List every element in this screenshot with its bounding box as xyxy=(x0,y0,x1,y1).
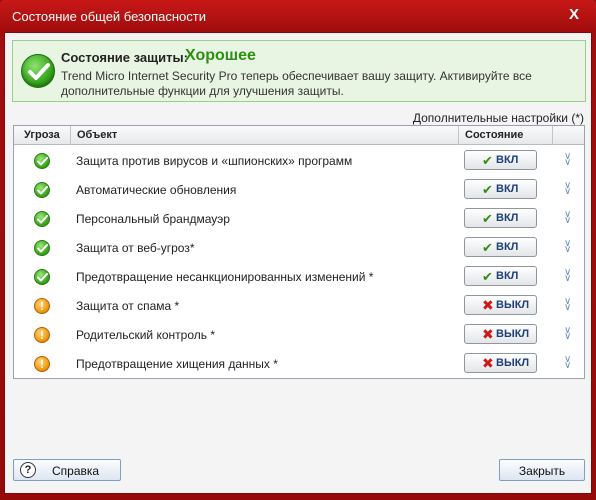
state-toggle-button[interactable]: ✖ ВЫКЛ xyxy=(464,295,537,315)
state-toggle-button[interactable]: ✖ ВЫКЛ xyxy=(464,353,537,373)
help-button[interactable]: ? Справка xyxy=(13,459,121,481)
help-button-label: Справка xyxy=(52,464,100,478)
row-object-label: Предотвращение несанкционированных измен… xyxy=(76,270,374,284)
row-object-label: Родительский контроль * xyxy=(76,328,215,342)
check-icon: ✔ xyxy=(482,153,493,168)
dialog-body: Состояние защиты: Хорошее Trend Micro In… xyxy=(4,32,592,494)
question-mark-icon: ? xyxy=(20,462,36,478)
cross-icon: ✖ xyxy=(482,355,494,371)
row-object-label: Персональный брандмауэр xyxy=(76,212,230,226)
state-toggle-label: ВКЛ xyxy=(496,183,519,195)
green-check-icon xyxy=(34,240,50,256)
security-features-table: Угроза Объект Состояние Защита против ви… xyxy=(13,125,585,379)
orange-warning-icon: ! xyxy=(34,327,50,343)
table-row: Предотвращение несанкционированных измен… xyxy=(14,262,584,291)
state-toggle-label: ВЫКЛ xyxy=(496,357,530,369)
chevron-down-icon[interactable]: ∨ ∨ xyxy=(564,326,571,342)
green-check-icon xyxy=(34,153,50,169)
state-toggle-label: ВКЛ xyxy=(496,154,519,166)
column-divider xyxy=(552,126,553,145)
state-toggle-button[interactable]: ✖ ВЫКЛ xyxy=(464,324,537,344)
chevron-down-icon[interactable]: ∨ ∨ xyxy=(564,268,571,284)
green-check-icon xyxy=(34,182,50,198)
state-toggle-label: ВКЛ xyxy=(496,270,519,282)
state-toggle-label: ВЫКЛ xyxy=(496,299,530,311)
protection-status-value: Хорошее xyxy=(185,47,256,64)
green-check-icon xyxy=(21,54,55,88)
column-divider xyxy=(458,126,459,145)
state-toggle-button[interactable]: ✔ ВКЛ xyxy=(464,208,537,228)
state-toggle-label: ВКЛ xyxy=(496,212,519,224)
security-status-window: Состояние общей безопасности X Состояние… xyxy=(0,0,596,500)
check-icon: ✔ xyxy=(482,211,493,226)
protection-status-description: Trend Micro Internet Security Pro теперь… xyxy=(61,69,532,98)
chevron-down-icon[interactable]: ∨ ∨ xyxy=(564,210,571,226)
window-title: Состояние общей безопасности xyxy=(12,9,206,24)
state-toggle-label: ВЫКЛ xyxy=(496,328,530,340)
state-toggle-button[interactable]: ✔ ВКЛ xyxy=(464,237,537,257)
chevron-down-icon[interactable]: ∨ ∨ xyxy=(564,152,571,168)
window-close-button[interactable]: X xyxy=(569,6,579,23)
chevron-down-icon[interactable]: ∨ ∨ xyxy=(564,239,571,255)
column-divider xyxy=(70,126,71,145)
table-row: Персональный брандмауэр ✔ ВКЛ ∨ ∨ xyxy=(14,204,584,233)
column-header-state[interactable]: Состояние xyxy=(465,129,523,141)
check-icon: ✔ xyxy=(482,182,493,197)
column-header-object[interactable]: Объект xyxy=(77,129,117,141)
table-row: Защита от веб-угроз* ✔ ВКЛ ∨ ∨ xyxy=(14,233,584,262)
state-toggle-label: ВКЛ xyxy=(496,241,519,253)
close-button[interactable]: Закрыть xyxy=(499,459,585,481)
row-object-label: Защита от веб-угроз* xyxy=(76,241,195,255)
row-object-label: Защита от спама * xyxy=(76,299,180,313)
state-toggle-button[interactable]: ✔ ВКЛ xyxy=(464,179,537,199)
green-check-icon xyxy=(34,269,50,285)
row-object-label: Предотвращение хищения данных * xyxy=(76,357,278,371)
close-button-label: Закрыть xyxy=(518,464,566,478)
additional-settings-link[interactable]: Дополнительные настройки (*) xyxy=(413,111,584,125)
check-icon: ✔ xyxy=(482,240,493,255)
table-row: ! Предотвращение хищения данных * ✖ ВЫКЛ ∨ ∨ xyxy=(14,349,584,378)
protection-status-panel: Состояние защиты: Хорошее Trend Micro In… xyxy=(12,40,586,102)
table-header: Угроза Объект Состояние xyxy=(14,126,584,145)
cross-icon: ✖ xyxy=(482,326,494,342)
orange-warning-icon: ! xyxy=(34,356,50,372)
table-row: ! Родительский контроль * ✖ ВЫКЛ ∨ ∨ xyxy=(14,320,584,349)
protection-status-label: Состояние защиты: xyxy=(61,50,188,65)
row-object-label: Защита против вирусов и «шпионских» прог… xyxy=(76,154,353,168)
chevron-down-icon[interactable]: ∨ ∨ xyxy=(564,181,571,197)
chevron-down-icon[interactable]: ∨ ∨ xyxy=(564,355,571,371)
orange-warning-icon: ! xyxy=(34,298,50,314)
cross-icon: ✖ xyxy=(482,297,494,313)
table-row: Автоматические обновления ✔ ВКЛ ∨ ∨ xyxy=(14,175,584,204)
column-header-threat[interactable]: Угроза xyxy=(24,129,60,141)
green-check-icon xyxy=(34,211,50,227)
check-icon: ✔ xyxy=(482,269,493,284)
table-row: Защита против вирусов и «шпионских» прог… xyxy=(14,146,584,175)
state-toggle-button[interactable]: ✔ ВКЛ xyxy=(464,266,537,286)
table-row: ! Защита от спама * ✖ ВЫКЛ ∨ ∨ xyxy=(14,291,584,320)
row-object-label: Автоматические обновления xyxy=(76,183,237,197)
state-toggle-button[interactable]: ✔ ВКЛ xyxy=(464,150,537,170)
chevron-down-icon[interactable]: ∨ ∨ xyxy=(564,297,571,313)
title-bar[interactable]: Состояние общей безопасности X xyxy=(0,0,596,32)
